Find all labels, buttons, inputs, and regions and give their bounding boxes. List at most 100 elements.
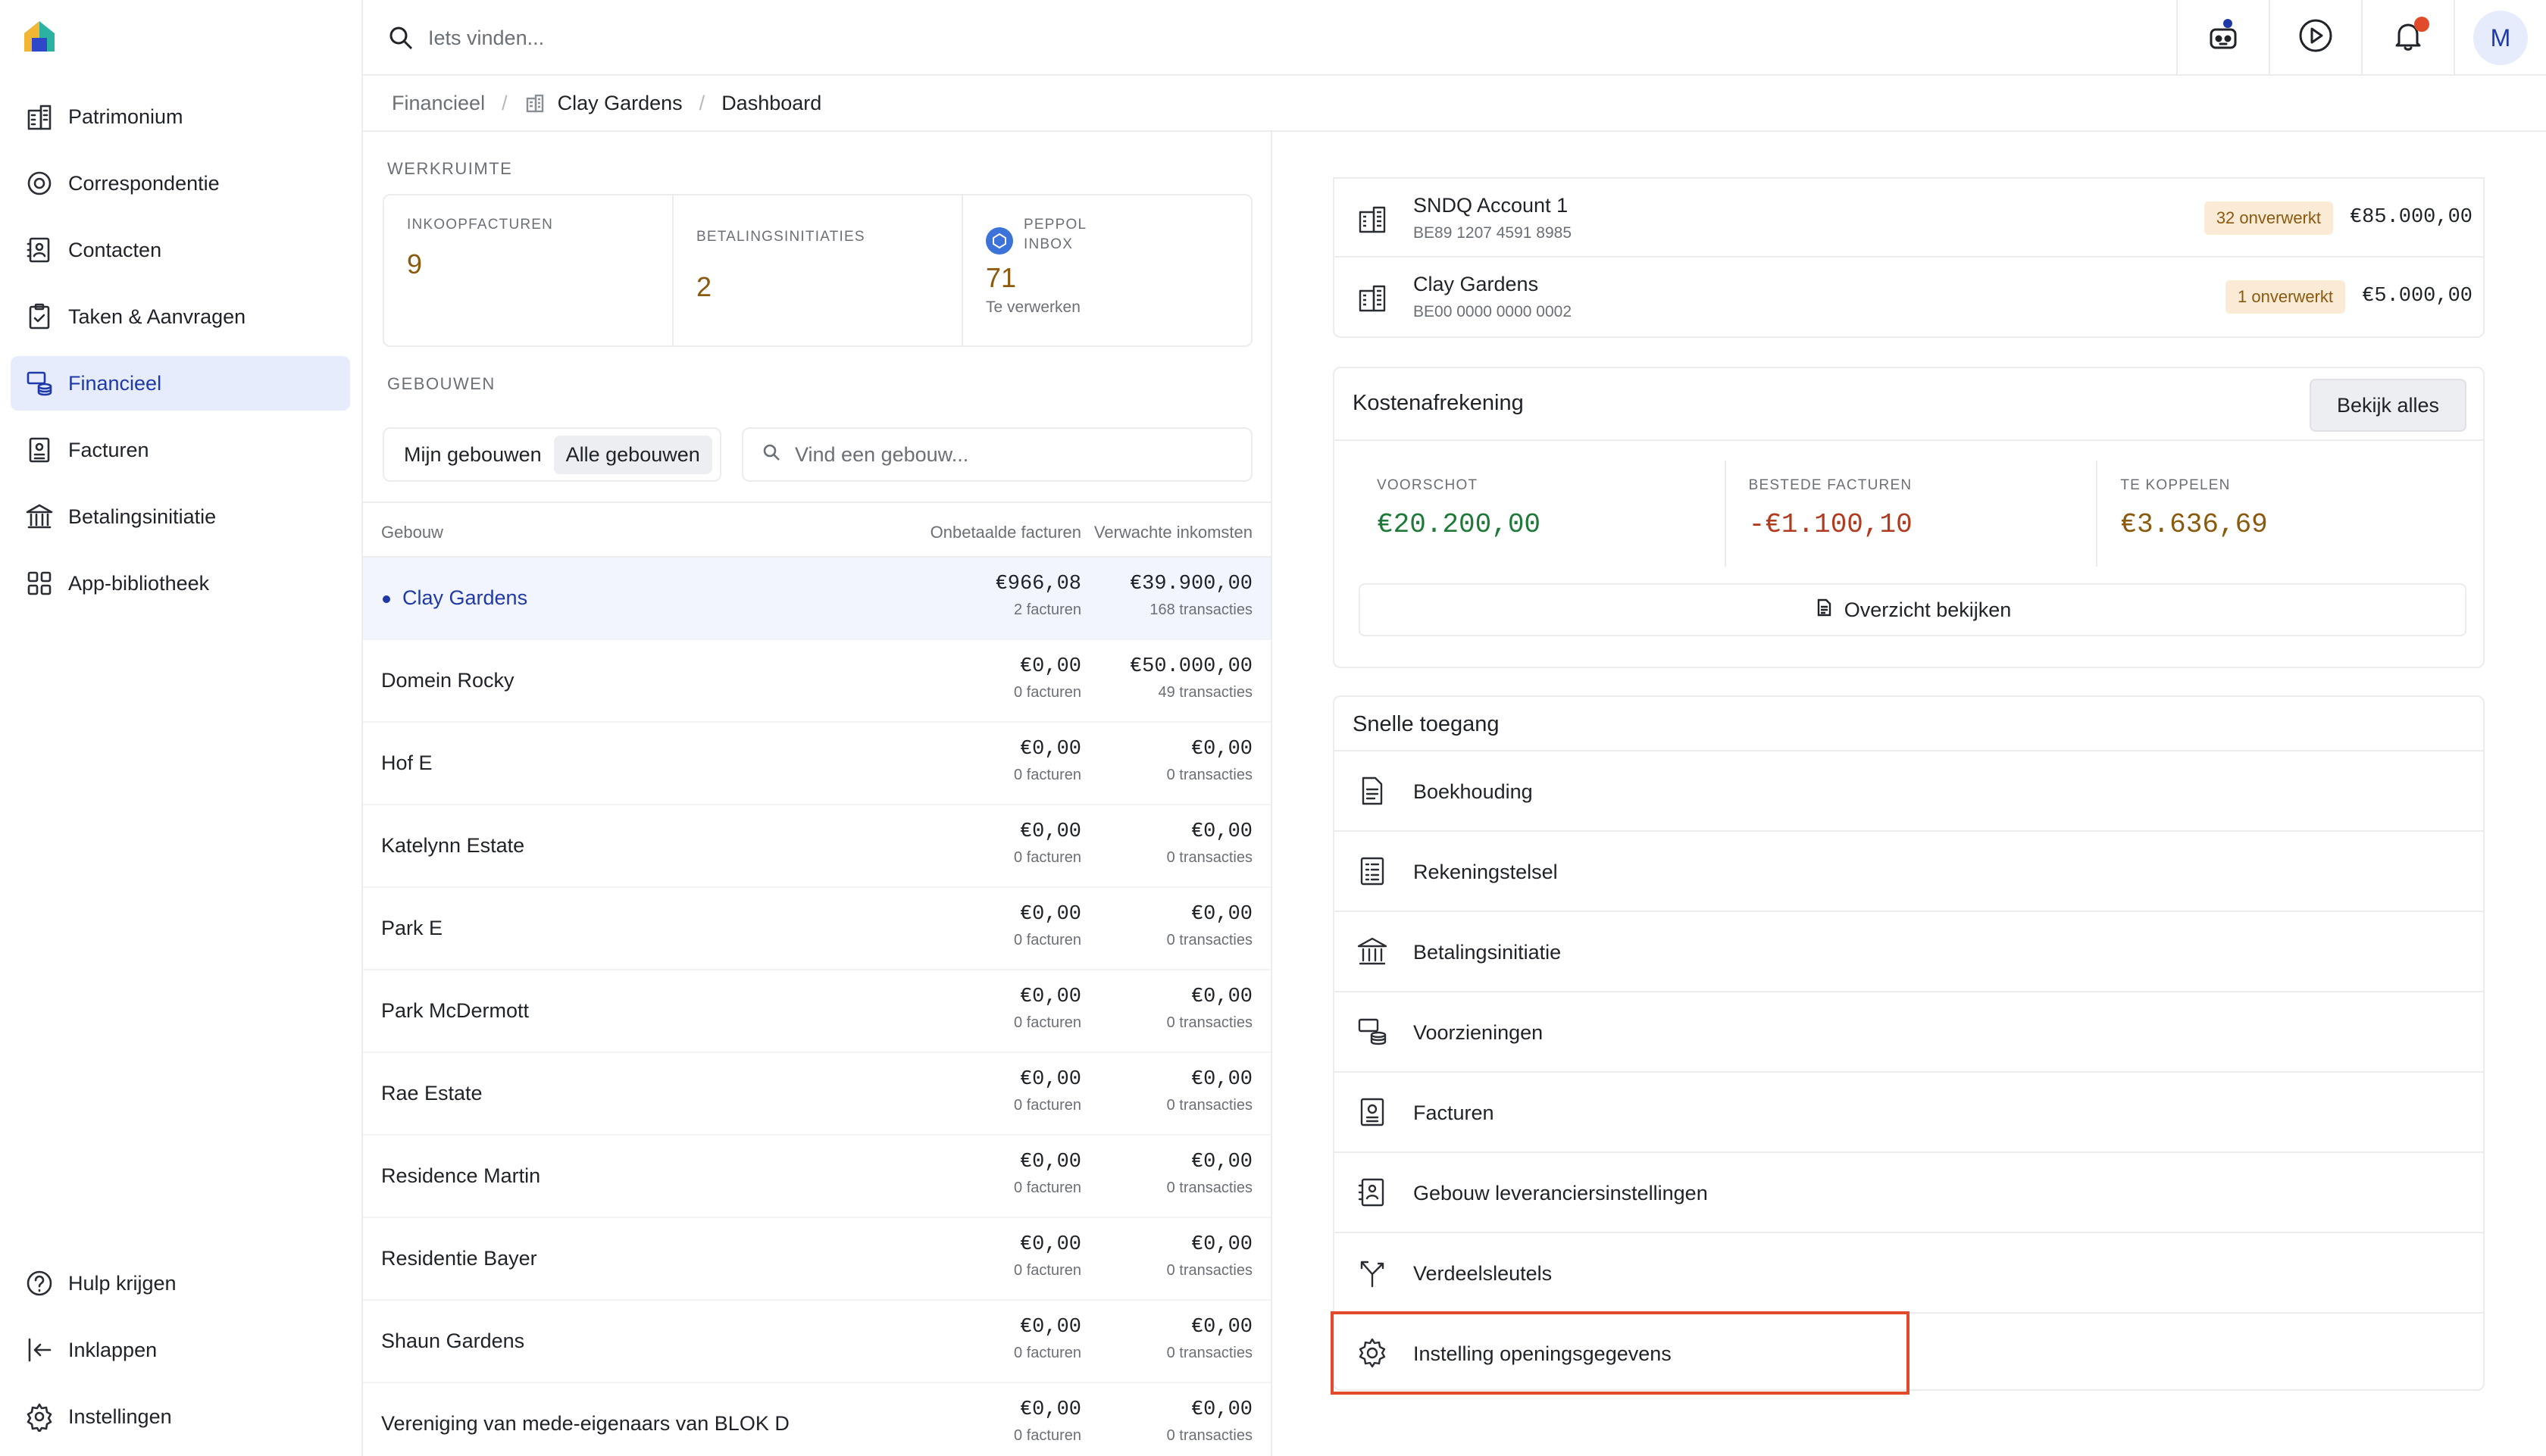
sidebar-item-help[interactable]: Hulp krijgen bbox=[11, 1256, 350, 1311]
table-row[interactable]: Residentie Bayer €0,00 0 facturen €0,00 … bbox=[363, 1218, 1271, 1301]
stat-voorschot: VOORSCHOT €20.200,00 bbox=[1354, 461, 1726, 567]
view-all-button[interactable]: Bekijk alles bbox=[2309, 379, 2466, 432]
toggle-mine[interactable]: Mijn gebouwen bbox=[392, 436, 554, 474]
avatar: M bbox=[2473, 11, 2528, 65]
quick-access-item-betalingsinitiatie[interactable]: Betalingsinitiatie bbox=[1334, 912, 2483, 992]
workspace-title: WERKRUIMTE bbox=[387, 159, 513, 178]
sidebar-item-instellingen[interactable]: Instellingen bbox=[11, 1389, 350, 1444]
column-header-income[interactable]: Verwachte inkomsten bbox=[1094, 523, 1253, 542]
card-value: 9 bbox=[407, 248, 423, 280]
payment-initiations-card[interactable]: BETALINGSINITIATIES 2 bbox=[674, 195, 963, 345]
sidebar-item-taken[interactable]: Taken & Aanvragen bbox=[11, 289, 350, 344]
unpaid-amount: €0,00 bbox=[1019, 903, 1081, 926]
breadcrumb-separator: / bbox=[502, 91, 508, 114]
quick-access-header: Snelle toegang bbox=[1334, 697, 2483, 751]
table-row[interactable]: Vereniging van mede-eigenaars van BLOK D… bbox=[363, 1383, 1271, 1456]
table-row[interactable]: Rae Estate €0,00 0 facturen €0,00 0 tran… bbox=[363, 1053, 1271, 1136]
unpaid-amount: €0,00 bbox=[1019, 1233, 1081, 1256]
table-row[interactable]: Katelynn Estate €0,00 0 facturen €0,00 0… bbox=[363, 805, 1271, 888]
quick-access-label: Rekeningstelsel bbox=[1413, 861, 1558, 883]
sidebar-item-financieel[interactable]: Financieel bbox=[11, 356, 350, 411]
building-name: Park E bbox=[381, 917, 443, 939]
unpaid-amount: €0,00 bbox=[1019, 655, 1081, 678]
purchase-invoices-card[interactable]: INKOOPFACTUREN 9 bbox=[384, 195, 674, 345]
table-row[interactable]: Park McDermott €0,00 0 facturen €0,00 0 … bbox=[363, 970, 1271, 1053]
sidebar-item-correspondentie[interactable]: Correspondentie bbox=[11, 156, 350, 211]
breadcrumb-building[interactable]: Clay Gardens bbox=[558, 92, 683, 115]
list-sheet-icon bbox=[1356, 855, 1389, 888]
breadcrumb-root[interactable]: Financieel bbox=[392, 92, 485, 115]
toggle-all[interactable]: Alle gebouwen bbox=[553, 435, 712, 474]
building-name: Shaun Gardens bbox=[381, 1329, 525, 1352]
income-amount: €0,00 bbox=[1190, 1233, 1253, 1256]
unpaid-amount: €0,00 bbox=[1019, 1151, 1081, 1173]
building-search-input[interactable] bbox=[795, 442, 1219, 467]
bank-account-row[interactable]: Clay Gardens BE00 0000 0000 0002 1 onver… bbox=[1334, 258, 2483, 336]
receipt-icon bbox=[1356, 1095, 1389, 1129]
stat-value: -€1.100,10 bbox=[1748, 509, 1913, 540]
clipboard-check-icon bbox=[23, 300, 56, 333]
sidebar-item-patrimonium[interactable]: Patrimonium bbox=[11, 89, 350, 144]
column-header-unpaid[interactable]: Onbetaalde facturen bbox=[931, 523, 1081, 542]
sidebar-item-inklappen[interactable]: Inklappen bbox=[11, 1323, 350, 1377]
table-row[interactable]: Shaun Gardens €0,00 0 facturen €0,00 0 t… bbox=[363, 1301, 1271, 1383]
settlement-stats: VOORSCHOT €20.200,00 BESTEDE FACTUREN -€… bbox=[1354, 461, 2468, 567]
sidebar-item-betalingsinitiatie[interactable]: Betalingsinitiatie bbox=[11, 489, 350, 544]
coins-stack-icon bbox=[23, 367, 56, 400]
stat-value: €20.200,00 bbox=[1377, 509, 1541, 540]
sidebar-item-label: Contacten bbox=[68, 238, 162, 261]
sidebar-item-contacten[interactable]: Contacten bbox=[11, 223, 350, 277]
user-menu-button[interactable]: M bbox=[2454, 0, 2546, 76]
sidebar-item-facturen[interactable]: Facturen bbox=[11, 423, 350, 477]
account-iban: BE89 1207 4591 8985 bbox=[1413, 224, 1572, 242]
assistant-button[interactable] bbox=[2176, 0, 2269, 76]
income-amount: €0,00 bbox=[1190, 903, 1253, 926]
gear-icon bbox=[1356, 1336, 1389, 1370]
income-amount: €0,00 bbox=[1190, 986, 1253, 1008]
stat-bestede-facturen: BESTEDE FACTUREN -€1.100,10 bbox=[1726, 461, 2098, 567]
table-row[interactable]: Residence Martin €0,00 0 facturen €0,00 … bbox=[363, 1136, 1271, 1218]
sidebar-item-app-bibliotheek[interactable]: App-bibliotheek bbox=[11, 556, 350, 611]
overview-button[interactable]: Overzicht bekijken bbox=[1359, 583, 2466, 636]
table-row[interactable]: Park E €0,00 0 facturen €0,00 0 transact… bbox=[363, 888, 1271, 970]
workspace-cards: INKOOPFACTUREN 9 BETALINGSINITIATIES 2 P… bbox=[383, 194, 1253, 347]
building-search bbox=[742, 427, 1253, 482]
tutorial-play-button[interactable] bbox=[2269, 0, 2361, 76]
play-circle-icon bbox=[2296, 16, 2335, 61]
quick-access-item-boekhouding[interactable]: Boekhouding bbox=[1334, 751, 2483, 832]
overview-button-label: Overzicht bekijken bbox=[1844, 598, 2012, 621]
app-logo-icon[interactable] bbox=[21, 18, 58, 55]
income-amount: €50.000,00 bbox=[1129, 655, 1253, 678]
building-icon bbox=[1356, 280, 1389, 314]
coins-stack-icon bbox=[1356, 1015, 1389, 1048]
bank-account-row[interactable]: SNDQ Account 1 BE89 1207 4591 8985 32 on… bbox=[1334, 179, 2483, 258]
income-amount: €0,00 bbox=[1190, 1398, 1253, 1421]
quick-access-item-leveranciers[interactable]: Gebouw leveranciersinstellingen bbox=[1334, 1153, 2483, 1233]
stat-te-koppelen: TE KOPPELEN €3.636,69 bbox=[2097, 461, 2468, 567]
table-row[interactable]: Hof E €0,00 0 facturen €0,00 0 transacti… bbox=[363, 723, 1271, 805]
peppol-inbox-card[interactable]: PEPPOL INBOX 71 Te verwerken bbox=[963, 195, 1251, 345]
quick-access-item-voorzieningen[interactable]: Voorzieningen bbox=[1334, 992, 2483, 1073]
stat-label: TE KOPPELEN bbox=[2120, 477, 2231, 493]
income-amount: €0,00 bbox=[1190, 1316, 1253, 1339]
table-row[interactable]: Clay Gardens €966,08 2 facturen €39.900,… bbox=[363, 558, 1271, 640]
breadcrumb-page: Dashboard bbox=[721, 91, 822, 114]
breadcrumb-separator: / bbox=[699, 91, 705, 114]
card-label-line1: PEPPOL bbox=[1024, 217, 1087, 233]
table-row[interactable]: Domein Rocky €0,00 0 facturen €50.000,00… bbox=[363, 640, 1271, 723]
building-name: Domein Rocky bbox=[381, 669, 515, 692]
account-name: Clay Gardens bbox=[1413, 273, 1539, 295]
unpaid-amount: €0,00 bbox=[1019, 820, 1081, 843]
notifications-button[interactable] bbox=[2361, 0, 2454, 76]
unpaid-count: 0 facturen bbox=[1014, 1345, 1081, 1361]
quick-access-item-openingsgegevens[interactable]: Instelling openingsgegevens bbox=[1334, 1314, 2483, 1394]
search-icon bbox=[762, 442, 795, 467]
column-header-building[interactable]: Gebouw bbox=[381, 523, 443, 542]
quick-access-item-facturen[interactable]: Facturen bbox=[1334, 1073, 2483, 1153]
unpaid-count: 0 facturen bbox=[1014, 1427, 1081, 1444]
quick-access-item-rekeningstelsel[interactable]: Rekeningstelsel bbox=[1334, 832, 2483, 912]
global-search-input[interactable] bbox=[428, 18, 959, 58]
income-count: 0 transacties bbox=[1166, 1014, 1253, 1031]
quick-access-item-verdeelsleutels[interactable]: Verdeelsleutels bbox=[1334, 1233, 2483, 1314]
collapse-arrow-icon bbox=[23, 1333, 56, 1367]
